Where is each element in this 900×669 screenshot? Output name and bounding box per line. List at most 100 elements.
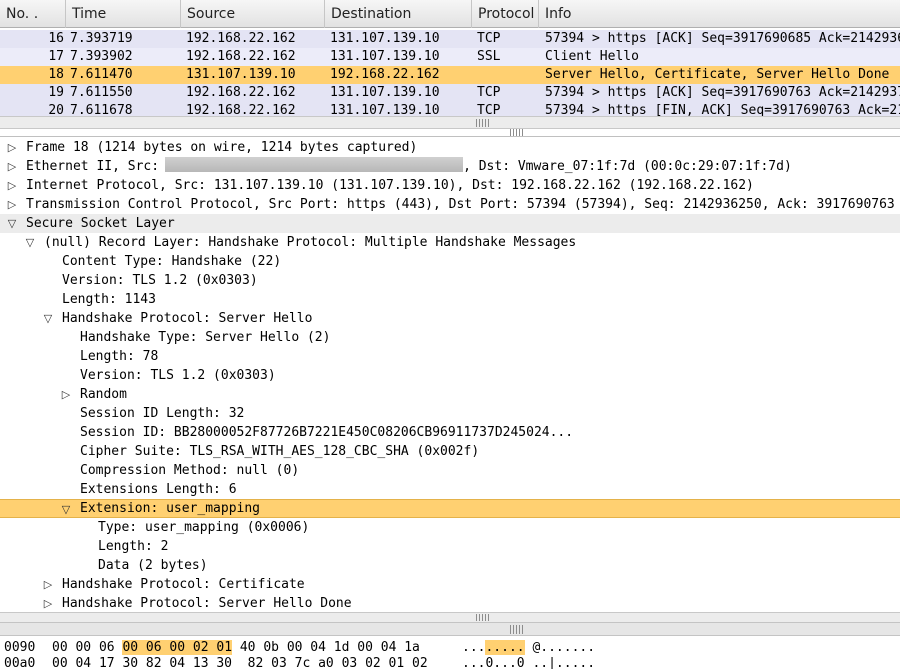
tree-item-label: Session ID Length: 32 xyxy=(80,404,244,423)
tree-item[interactable]: ▷ Internet Protocol, Src: 131.107.139.10 … xyxy=(0,176,900,195)
tree-item-label: Cipher Suite: TLS_RSA_WITH_AES_128_CBC_S… xyxy=(80,442,479,461)
tree-item-text: Type: user_mapping (0x0006) xyxy=(98,520,310,535)
tree-item[interactable]: ▽ (null) Record Layer: Handshake Protocol… xyxy=(0,233,900,252)
packet-cell-destination: 131.107.139.10 xyxy=(330,85,440,100)
packet-bytes-pane[interactable]: 0090 00 00 06 00 06 00 02 01 40 0b 00 04 … xyxy=(0,636,900,669)
column-source[interactable]: Source xyxy=(181,0,325,28)
packet-cell-protocol: TCP xyxy=(477,31,501,46)
column-info[interactable]: Info xyxy=(539,0,900,28)
column-destination-label: Destination xyxy=(331,6,412,22)
packet-list-hscrollbar[interactable] xyxy=(0,116,900,129)
tree-item-label: Version: TLS 1.2 (0x0303) xyxy=(80,366,276,385)
packet-cell-time: 7.393902 xyxy=(70,49,133,64)
tree-item-label: Secure Socket Layer xyxy=(26,214,175,233)
column-source-label: Source xyxy=(187,6,236,22)
column-time[interactable]: Time xyxy=(66,0,181,28)
tree-item[interactable]: ▷ Handshake Protocol: Certificate xyxy=(0,575,900,594)
tree-item-text: Session ID Length: 32 xyxy=(80,406,245,421)
column-no[interactable]: No. . xyxy=(0,0,66,28)
packet-row[interactable]: 18 7.611470 131.107.139.10 192.168.22.162 Se… xyxy=(0,66,900,84)
collapsed-triangle-icon[interactable]: ▷ xyxy=(5,157,19,176)
hex-row[interactable]: 0090 00 00 06 00 06 00 02 01 40 0b 00 04 … xyxy=(0,640,900,656)
hex-bytes-segment: 00 04 17 30 82 04 13 30 82 03 7c a0 03 0… xyxy=(52,656,428,669)
collapsed-triangle-icon[interactable]: ▷ xyxy=(5,195,19,214)
column-no-label: No. . xyxy=(6,6,39,22)
expanded-triangle-icon[interactable]: ▽ xyxy=(41,309,55,328)
hex-bytes-segment: 40 0b 00 04 1d 00 04 1a xyxy=(232,640,420,655)
packet-cell-protocol: SSL xyxy=(477,49,501,64)
tree-item[interactable]: ▷ Ethernet II, Src: , Dst: Vmware_07:1f:7d… xyxy=(0,157,900,176)
collapsed-triangle-icon[interactable]: ▷ xyxy=(59,385,73,404)
packet-list[interactable]: No. . Time Source Destination Protocol I… xyxy=(0,0,900,116)
scroll-grip-icon[interactable] xyxy=(476,614,490,621)
tree-item[interactable]: ▽ Handshake Protocol: Server Hello xyxy=(0,309,900,328)
details-hscrollbar[interactable] xyxy=(0,612,900,622)
expanded-triangle-icon[interactable]: ▽ xyxy=(5,214,19,233)
tree-item-text: Handshake Protocol: Server Hello xyxy=(62,311,313,326)
packet-cell-protocol: TCP xyxy=(477,85,501,100)
tree-item-text: Internet Protocol, Src: 131.107.139.10 (… xyxy=(26,178,754,193)
packet-cell-no: 19 xyxy=(48,85,64,100)
packet-row[interactable]: 20 7.611678 192.168.22.162 131.107.139.10 TC… xyxy=(0,102,900,116)
tree-item-text: Handshake Protocol: Certificate xyxy=(62,577,305,592)
expanded-triangle-icon[interactable]: ▽ xyxy=(23,233,37,252)
tree-item-text: Length: 78 xyxy=(80,349,159,364)
tree-item[interactable]: ▷ Frame 18 (1214 bytes on wire, 1214 byte… xyxy=(0,138,900,157)
tree-item-label: Handshake Protocol: Server Hello Done xyxy=(62,594,352,612)
tree-item[interactable]: Type: user_mapping (0x0006) xyxy=(0,518,900,537)
hex-bytes: 00 00 06 00 06 00 02 01 40 0b 00 04 1d 0… xyxy=(52,640,420,656)
hex-row[interactable]: 00a0 00 04 17 30 82 04 13 30 82 03 7c a0 … xyxy=(0,656,900,669)
pane-splitter[interactable] xyxy=(0,622,900,636)
packet-row[interactable]: 19 7.611550 192.168.22.162 131.107.139.10 TC… xyxy=(0,84,900,102)
scroll-grip-icon[interactable] xyxy=(476,119,490,127)
ascii-segment: ... xyxy=(462,640,486,655)
tree-item[interactable]: Version: TLS 1.2 (0x0303) xyxy=(0,366,900,385)
tree-item-text: (null) Record Layer: Handshake Protocol:… xyxy=(44,235,577,250)
collapsed-triangle-icon[interactable]: ▷ xyxy=(5,138,19,157)
tree-item-label: Session ID: BB28000052F87726B7221E450C08… xyxy=(80,423,573,442)
tree-item-label: Internet Protocol, Src: 131.107.139.10 (… xyxy=(26,176,754,195)
ascii-highlight: ..... xyxy=(485,640,525,655)
packet-cell-destination: 131.107.139.10 xyxy=(330,31,440,46)
hex-bytes: 00 04 17 30 82 04 13 30 82 03 7c a0 03 0… xyxy=(52,656,428,669)
tree-item-label: Content Type: Handshake (22) xyxy=(62,252,281,271)
tree-item[interactable]: Handshake Type: Server Hello (2) xyxy=(0,328,900,347)
packet-cell-source: 131.107.139.10 xyxy=(186,67,296,82)
tree-item-label: Extension: user_mapping xyxy=(80,500,260,517)
expanded-triangle-icon[interactable]: ▽ xyxy=(59,500,73,517)
packet-row[interactable]: 16 7.393719 192.168.22.162 131.107.139.10 TC… xyxy=(0,30,900,48)
tree-item-label: Ethernet II, Src: , Dst: Vmware_07:1f:7d … xyxy=(26,157,792,176)
collapsed-triangle-icon[interactable]: ▷ xyxy=(5,176,19,195)
column-destination[interactable]: Destination xyxy=(325,0,472,28)
tree-item[interactable]: ▷ Transmission Control Protocol, Src Port… xyxy=(0,195,900,214)
collapsed-triangle-icon[interactable]: ▷ xyxy=(41,594,55,612)
column-info-label: Info xyxy=(545,6,572,22)
tree-item-text: Handshake Type: Server Hello (2) xyxy=(80,330,331,345)
tree-item[interactable]: Session ID: BB28000052F87726B7221E450C08… xyxy=(0,423,900,442)
tree-item-label: (null) Record Layer: Handshake Protocol:… xyxy=(44,233,576,252)
tree-item[interactable]: Compression Method: null (0) xyxy=(0,461,900,480)
packet-details-tree[interactable]: ▷ Frame 18 (1214 bytes on wire, 1214 byte… xyxy=(0,136,900,612)
tree-item[interactable]: Length: 78 xyxy=(0,347,900,366)
tree-item[interactable]: Length: 2 xyxy=(0,537,900,556)
ascii-segment: ...0...0 ..|..... xyxy=(462,656,596,669)
tree-item[interactable]: ▷ Random xyxy=(0,385,900,404)
ascii-bytes: ...0...0 ..|..... xyxy=(462,656,595,669)
splitter-grip-icon[interactable] xyxy=(510,625,524,634)
hex-bytes-segment: 00 00 06 xyxy=(52,640,123,655)
tree-item[interactable]: ▷ Handshake Protocol: Server Hello Done xyxy=(0,594,900,612)
tree-item[interactable]: Version: TLS 1.2 (0x0303) xyxy=(0,271,900,290)
tree-item[interactable]: Data (2 bytes) xyxy=(0,556,900,575)
column-protocol[interactable]: Protocol xyxy=(472,0,539,28)
tree-item[interactable]: ▽ Secure Socket Layer xyxy=(0,214,900,233)
collapsed-triangle-icon[interactable]: ▷ xyxy=(41,575,55,594)
tree-item[interactable]: Extensions Length: 6 xyxy=(0,480,900,499)
pane-splitter-grip-icon[interactable] xyxy=(510,129,524,136)
packet-row[interactable]: 17 7.393902 192.168.22.162 131.107.139.10 SS… xyxy=(0,48,900,66)
tree-item[interactable]: ▽ Extension: user_mapping xyxy=(0,499,900,518)
tree-item[interactable]: Content Type: Handshake (22) xyxy=(0,252,900,271)
tree-item[interactable]: Session ID Length: 32 xyxy=(0,404,900,423)
packet-cell-source: 192.168.22.162 xyxy=(186,31,296,46)
tree-item[interactable]: Length: 1143 xyxy=(0,290,900,309)
tree-item[interactable]: Cipher Suite: TLS_RSA_WITH_AES_128_CBC_S… xyxy=(0,442,900,461)
